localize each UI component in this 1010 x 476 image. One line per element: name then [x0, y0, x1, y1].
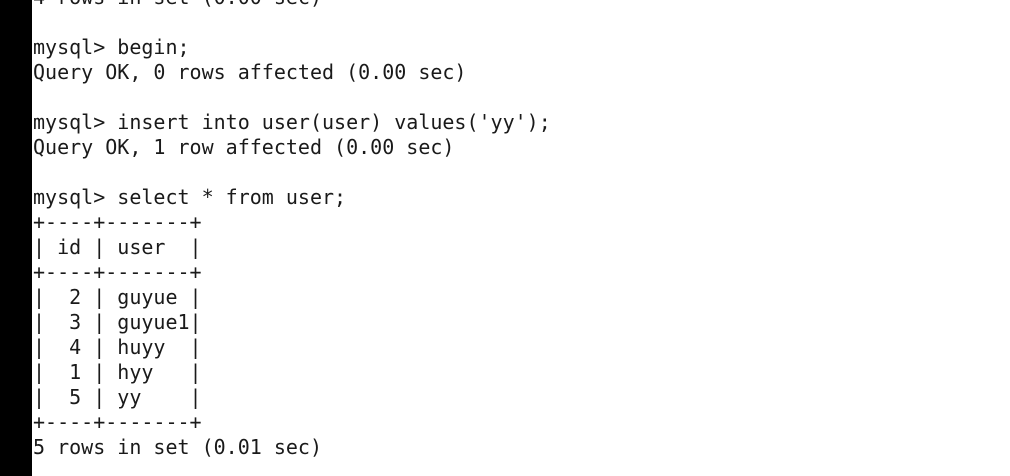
table-row: | 5 | yy |: [33, 385, 202, 409]
mysql-terminal[interactable]: 4 rows in set (0.00 sec) mysql> begin; Q…: [33, 0, 1010, 476]
command-insert: mysql> insert into user(user) values('yy…: [33, 110, 551, 134]
table-row: | 4 | huyy |: [33, 335, 202, 359]
table-border-bottom: +----+-------+: [33, 410, 202, 434]
table-border-mid: +----+-------+: [33, 260, 202, 284]
select-result-status: 5 rows in set (0.01 sec): [33, 435, 322, 459]
command-begin: mysql> begin;: [33, 35, 190, 59]
insert-result: Query OK, 1 row affected (0.00 sec): [33, 135, 455, 159]
table-row: | 1 | hyy |: [33, 360, 202, 384]
previous-result-status: 4 rows in set (0.00 sec): [33, 0, 1010, 10]
table-border-top: +----+-------+: [33, 210, 202, 234]
window-left-edge: [0, 0, 32, 476]
begin-result: Query OK, 0 rows affected (0.00 sec): [33, 60, 467, 84]
table-row: | 2 | guyue |: [33, 285, 202, 309]
table-row: | 3 | guyue1|: [33, 310, 202, 334]
table-header-row: | id | user |: [33, 235, 202, 259]
command-select: mysql> select * from user;: [33, 185, 347, 209]
